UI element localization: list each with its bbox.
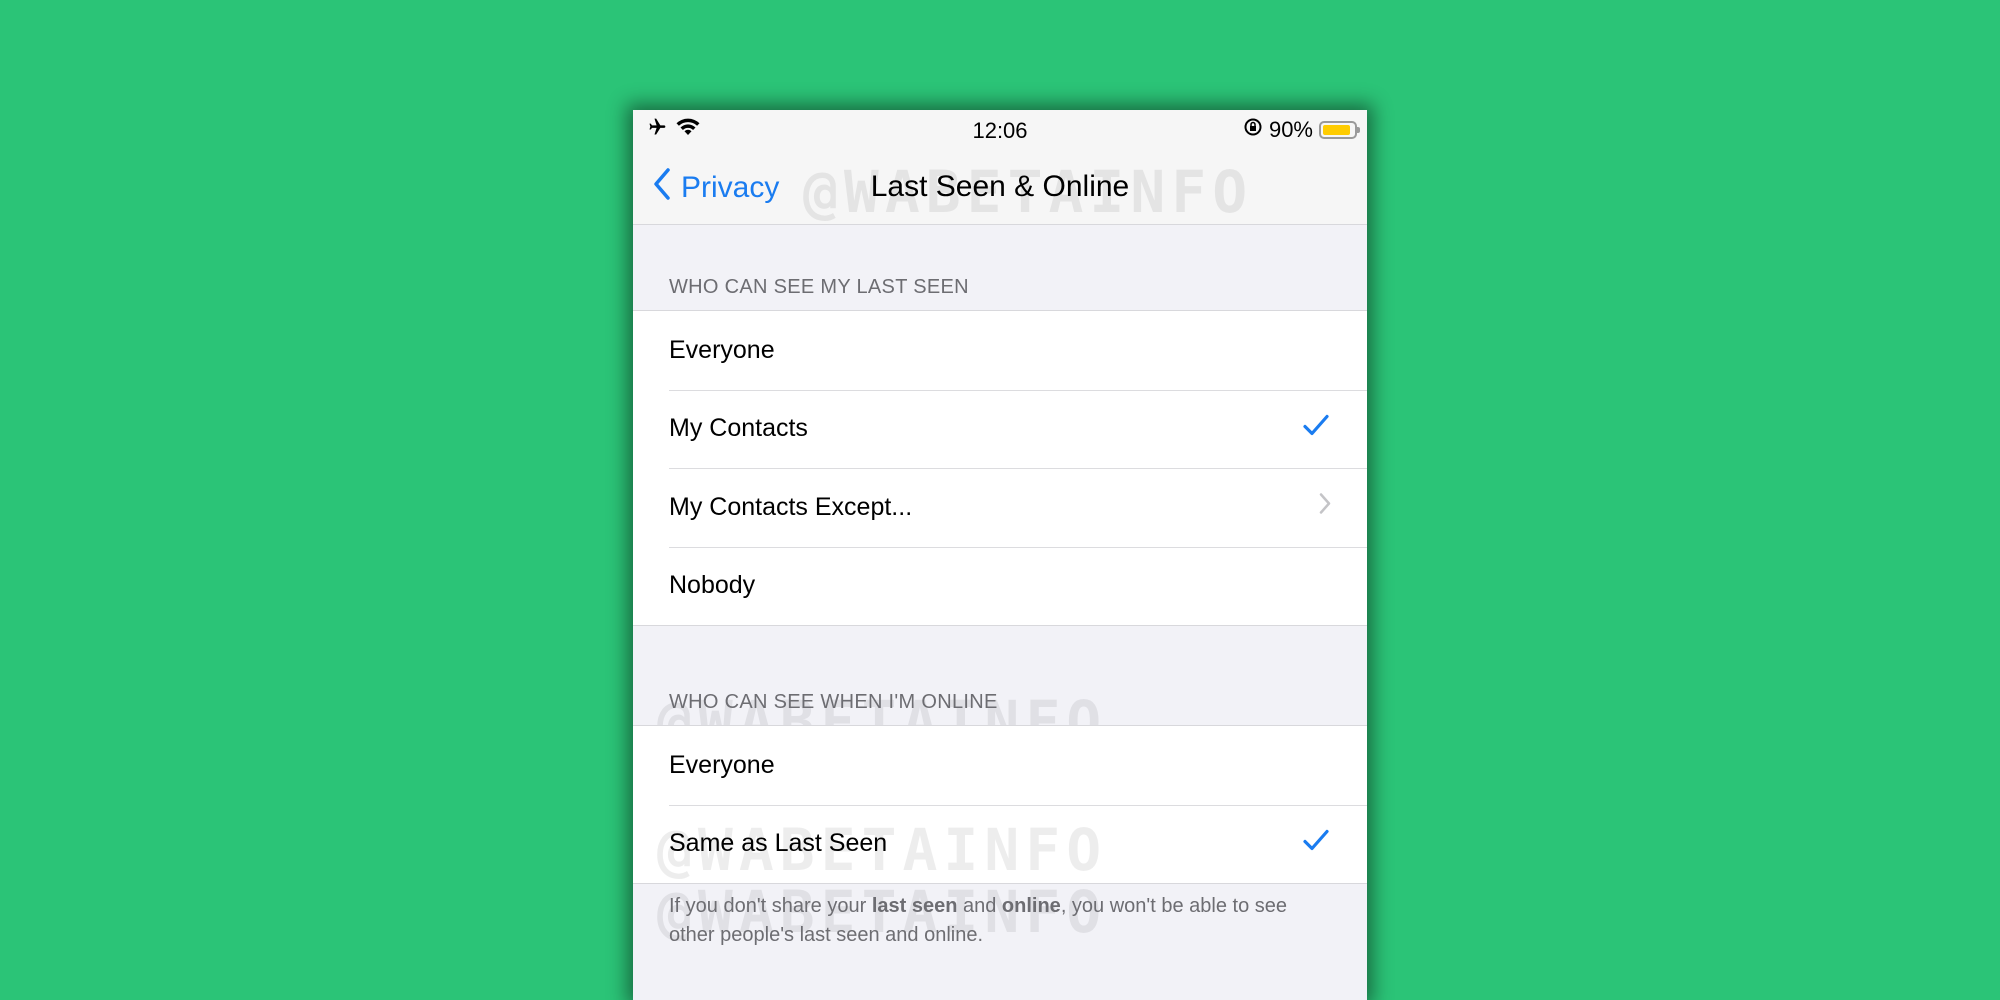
option-same-as-last-seen[interactable]: Same as Last Seen	[633, 804, 1367, 884]
option-my-contacts-except[interactable]: My Contacts Except...	[633, 468, 1367, 547]
section-header-online: WHO CAN SEE WHEN I'M ONLINE	[669, 691, 998, 713]
top-bar: 12:06 90% @WABETAINFO Privacy Last Seen …	[633, 110, 1367, 226]
status-bar: 12:06 90%	[633, 110, 1367, 150]
footer-text: If you don't share your	[669, 895, 872, 917]
option-label: Everyone	[669, 750, 775, 779]
option-label: Everyone	[669, 335, 775, 364]
footer-text: and	[957, 895, 1002, 917]
footer-bold-online: online	[1001, 895, 1061, 917]
option-label: My Contacts Except...	[669, 492, 913, 521]
checkmark-icon	[1303, 414, 1329, 443]
phone-screen: 12:06 90% @WABETAINFO Privacy Last Seen …	[633, 110, 1367, 1000]
battery-percent: 90%	[1268, 117, 1313, 142]
option-my-contacts[interactable]: My Contacts	[633, 389, 1367, 469]
section-header-last-seen: WHO CAN SEE MY LAST SEEN	[669, 276, 969, 298]
battery-icon	[1319, 121, 1360, 139]
option-label: My Contacts	[669, 414, 808, 443]
option-label: Nobody	[669, 571, 756, 600]
chevron-right-icon	[1319, 493, 1331, 522]
footer-bold-last-seen: last seen	[871, 895, 958, 917]
last-seen-options: Everyone My Contacts My Contacts Except.…	[633, 310, 1367, 626]
footer-note: If you don't share your last seen and on…	[669, 892, 1329, 950]
option-everyone-online[interactable]: Everyone	[633, 726, 1367, 805]
orientation-lock-icon	[1243, 117, 1263, 143]
option-nobody[interactable]: Nobody	[633, 546, 1367, 626]
checkmark-icon	[1303, 829, 1329, 858]
page-title: Last Seen & Online	[870, 170, 1130, 203]
online-options: Everyone Same as Last Seen	[633, 725, 1367, 884]
option-everyone[interactable]: Everyone	[633, 311, 1367, 390]
option-label: Same as Last Seen	[669, 829, 888, 858]
navigation-bar: @WABETAINFO Privacy Last Seen & Online	[633, 150, 1367, 226]
